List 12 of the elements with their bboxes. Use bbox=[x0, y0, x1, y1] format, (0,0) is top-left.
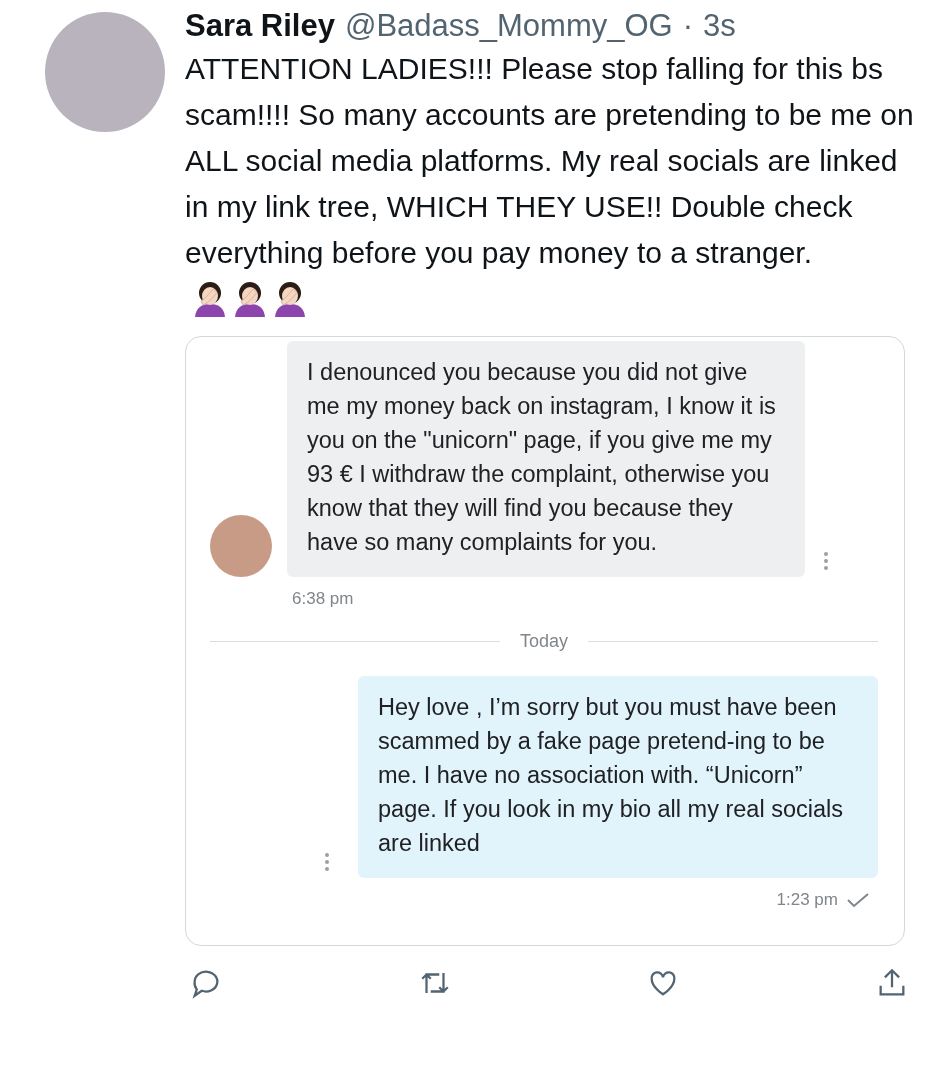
author-name[interactable]: Sara Riley bbox=[185, 8, 335, 44]
received-message: I denounced you because you did not give me my money back on instagram, I know it is you on the "unicorn" page, if you give me my 93 € I withdraw the complaint, otherwise you know that they will find you because they have so many complaints for you. bbox=[287, 341, 805, 577]
more-options-icon[interactable] bbox=[823, 551, 829, 571]
message-time: 1:23 pm bbox=[776, 890, 838, 910]
sent-message: Hey love , I’m sorry but you must have been scammed by a fake page pretend-ing to be me. I have no association with. “Unicorn” page. If you look in my bio all my real socials are linked bbox=[358, 676, 878, 878]
message-time: 6:38 pm bbox=[292, 589, 355, 609]
author-handle[interactable]: @Badass_Mommy_OG bbox=[344, 8, 673, 44]
more-options-icon[interactable] bbox=[324, 852, 330, 872]
tweet-time[interactable]: 3s bbox=[703, 8, 736, 44]
separator-dot: · bbox=[682, 8, 694, 44]
date-divider-label: Today bbox=[520, 631, 569, 652]
tweet-text: ATTENTION LADIES!!! Please stop falling for this bs scam!!!! So many accounts are pretending to be me on ALL social media platforms. My real socials are linked in my link tree, WHICH THEY USE!! Double check everything before you pay money to a stranger. bbox=[185, 52, 914, 269]
